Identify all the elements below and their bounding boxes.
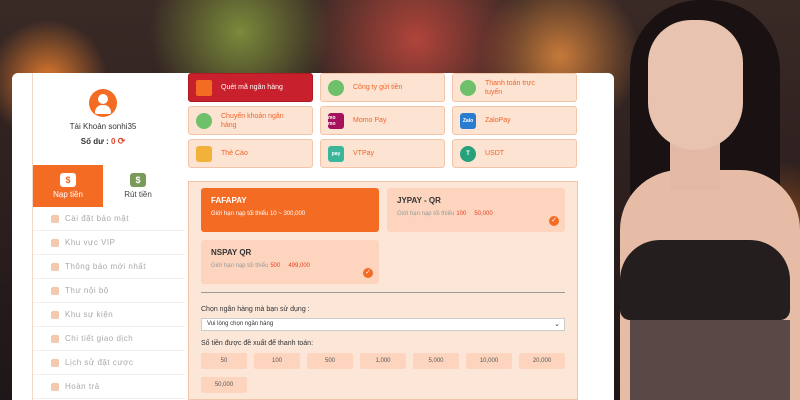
amount-option[interactable]: 1,000 — [360, 353, 406, 369]
globe-icon — [328, 79, 344, 96]
balance: Số dư : 0 ⟳ — [33, 136, 173, 147]
globe-icon — [196, 112, 212, 129]
amount-label: Số tiền được đề xuất để thanh toán: — [201, 340, 314, 347]
menu-item-news[interactable]: Thông báo mới nhất — [33, 255, 185, 279]
tether-icon: T — [460, 145, 476, 162]
tab-deposit[interactable]: $ Nạp tiền — [33, 165, 103, 207]
method-online-payment[interactable]: Thanh toán trực tuyến — [452, 73, 577, 102]
globe-icon — [460, 79, 476, 96]
menu-item-inbox[interactable]: Thư nội bộ — [33, 279, 185, 303]
menu-item-transactions[interactable]: Chi tiết giao dịch — [33, 327, 185, 351]
refund-icon — [51, 382, 59, 391]
wallet-panel: Tài Khoản sonhi35 Số dư : 0 ⟳ $ Nạp tiền… — [12, 73, 614, 400]
zalopay-icon: Zalo — [460, 112, 476, 129]
gateway-title: NSPAY QR — [211, 248, 252, 257]
avatar-icon[interactable] — [89, 89, 117, 117]
sidebar-menu: Cài đặt bảo mật Khu vực VIP Thông báo mớ… — [33, 207, 185, 400]
sidebar: Tài Khoản sonhi35 Số dư : 0 ⟳ $ Nạp tiền… — [32, 73, 185, 400]
menu-item-vip[interactable]: Khu vực VIP — [33, 231, 185, 255]
method-company-deposit[interactable]: Công ty gửi tiền — [320, 73, 445, 102]
menu-item-events[interactable]: Khu sự kiện — [33, 303, 185, 327]
vtpay-icon: pay — [328, 145, 344, 162]
link-icon — [51, 334, 59, 343]
deposit-form: FAFAPAY Giới hạn nạp tối thiểu 10 ~ 300,… — [188, 181, 578, 400]
menu-item-security[interactable]: Cài đặt bảo mật — [33, 207, 185, 231]
method-usdt[interactable]: T USDT — [452, 139, 577, 168]
tab-withdraw-label: Rút tiền — [124, 190, 152, 199]
gift-icon — [51, 310, 59, 319]
method-zalopay[interactable]: Zalo ZaloPay — [452, 106, 577, 135]
megaphone-icon — [51, 262, 59, 271]
gateway-limit: Giới hạn nạp tối thiểu 500 499,000 — [211, 263, 311, 269]
wallet-tabs: $ Nạp tiền $ Rút tiền — [33, 165, 173, 207]
bank-select-value: Vui lòng chọn ngân hàng — [207, 321, 274, 327]
tab-deposit-label: Nạp tiền — [53, 190, 83, 199]
gateway-nspay-qr[interactable]: NSPAY QR Giới hạn nạp tối thiểu 500 499,00… — [201, 240, 379, 284]
bank-select[interactable]: Vui lòng chọn ngân hàng ⌄ — [201, 318, 565, 331]
history-icon — [51, 358, 59, 367]
card-icon — [196, 145, 212, 162]
amount-option[interactable]: 500 — [307, 353, 353, 369]
account-name: Tài Khoản sonhi35 — [69, 122, 137, 131]
method-bank-transfer[interactable]: Chuyển khoản ngân hàng — [188, 106, 313, 135]
refresh-icon[interactable]: ⟳ — [118, 136, 126, 146]
qr-icon — [196, 79, 212, 96]
gateway-limit: Giới hạn nạp tối thiểu 10 ~ 300,000 — [211, 211, 306, 217]
menu-item-refund[interactable]: Hoàn trả — [33, 375, 185, 399]
vip-icon — [51, 238, 59, 247]
bank-select-label: Chọn ngân hàng mà bạn sử dụng : — [201, 306, 310, 313]
deposit-content: Quét mã ngân hàng Công ty gửi tiền Thanh… — [184, 73, 614, 400]
gateway-limit: Giới hạn nạp tối thiểu 100 50,000 — [397, 211, 493, 217]
amount-option[interactable]: 20,000 — [519, 353, 565, 369]
promo-model-image — [610, 0, 800, 400]
check-icon: ✓ — [549, 216, 559, 226]
amount-option[interactable]: 5,000 — [413, 353, 459, 369]
menu-item-bet-history[interactable]: Lịch sử đặt cược — [33, 351, 185, 375]
mail-icon — [51, 286, 59, 295]
security-icon — [51, 214, 59, 223]
balance-value: 0 — [111, 137, 116, 146]
momo-icon: mo mo — [328, 112, 344, 129]
withdraw-icon: $ — [130, 173, 146, 187]
deposit-icon: $ — [60, 173, 76, 187]
balance-label: Số dư : — [80, 137, 109, 146]
gateway-jypay-qr[interactable]: JYPAY - QR Giới hạn nạp tối thiểu 100 50,0… — [387, 188, 565, 232]
method-bank-qr[interactable]: Quét mã ngân hàng — [188, 73, 313, 102]
gateway-fafapay[interactable]: FAFAPAY Giới hạn nạp tối thiểu 10 ~ 300,… — [201, 188, 379, 232]
chevron-down-icon: ⌄ — [554, 321, 560, 328]
method-card[interactable]: Thẻ Cào — [188, 139, 313, 168]
amount-option[interactable]: 10,000 — [466, 353, 512, 369]
amount-option[interactable]: 50 — [201, 353, 247, 369]
method-momo[interactable]: mo mo Momo Pay — [320, 106, 445, 135]
amount-option[interactable]: 100 — [254, 353, 300, 369]
gateway-title: FAFAPAY — [211, 196, 247, 205]
gateway-title: JYPAY - QR — [397, 196, 441, 205]
divider — [201, 292, 565, 293]
check-icon: ✓ — [363, 268, 373, 278]
tab-withdraw[interactable]: $ Rút tiền — [103, 165, 173, 207]
amount-option[interactable]: 50,000 — [201, 377, 247, 393]
method-vtpay[interactable]: pay VTPay — [320, 139, 445, 168]
